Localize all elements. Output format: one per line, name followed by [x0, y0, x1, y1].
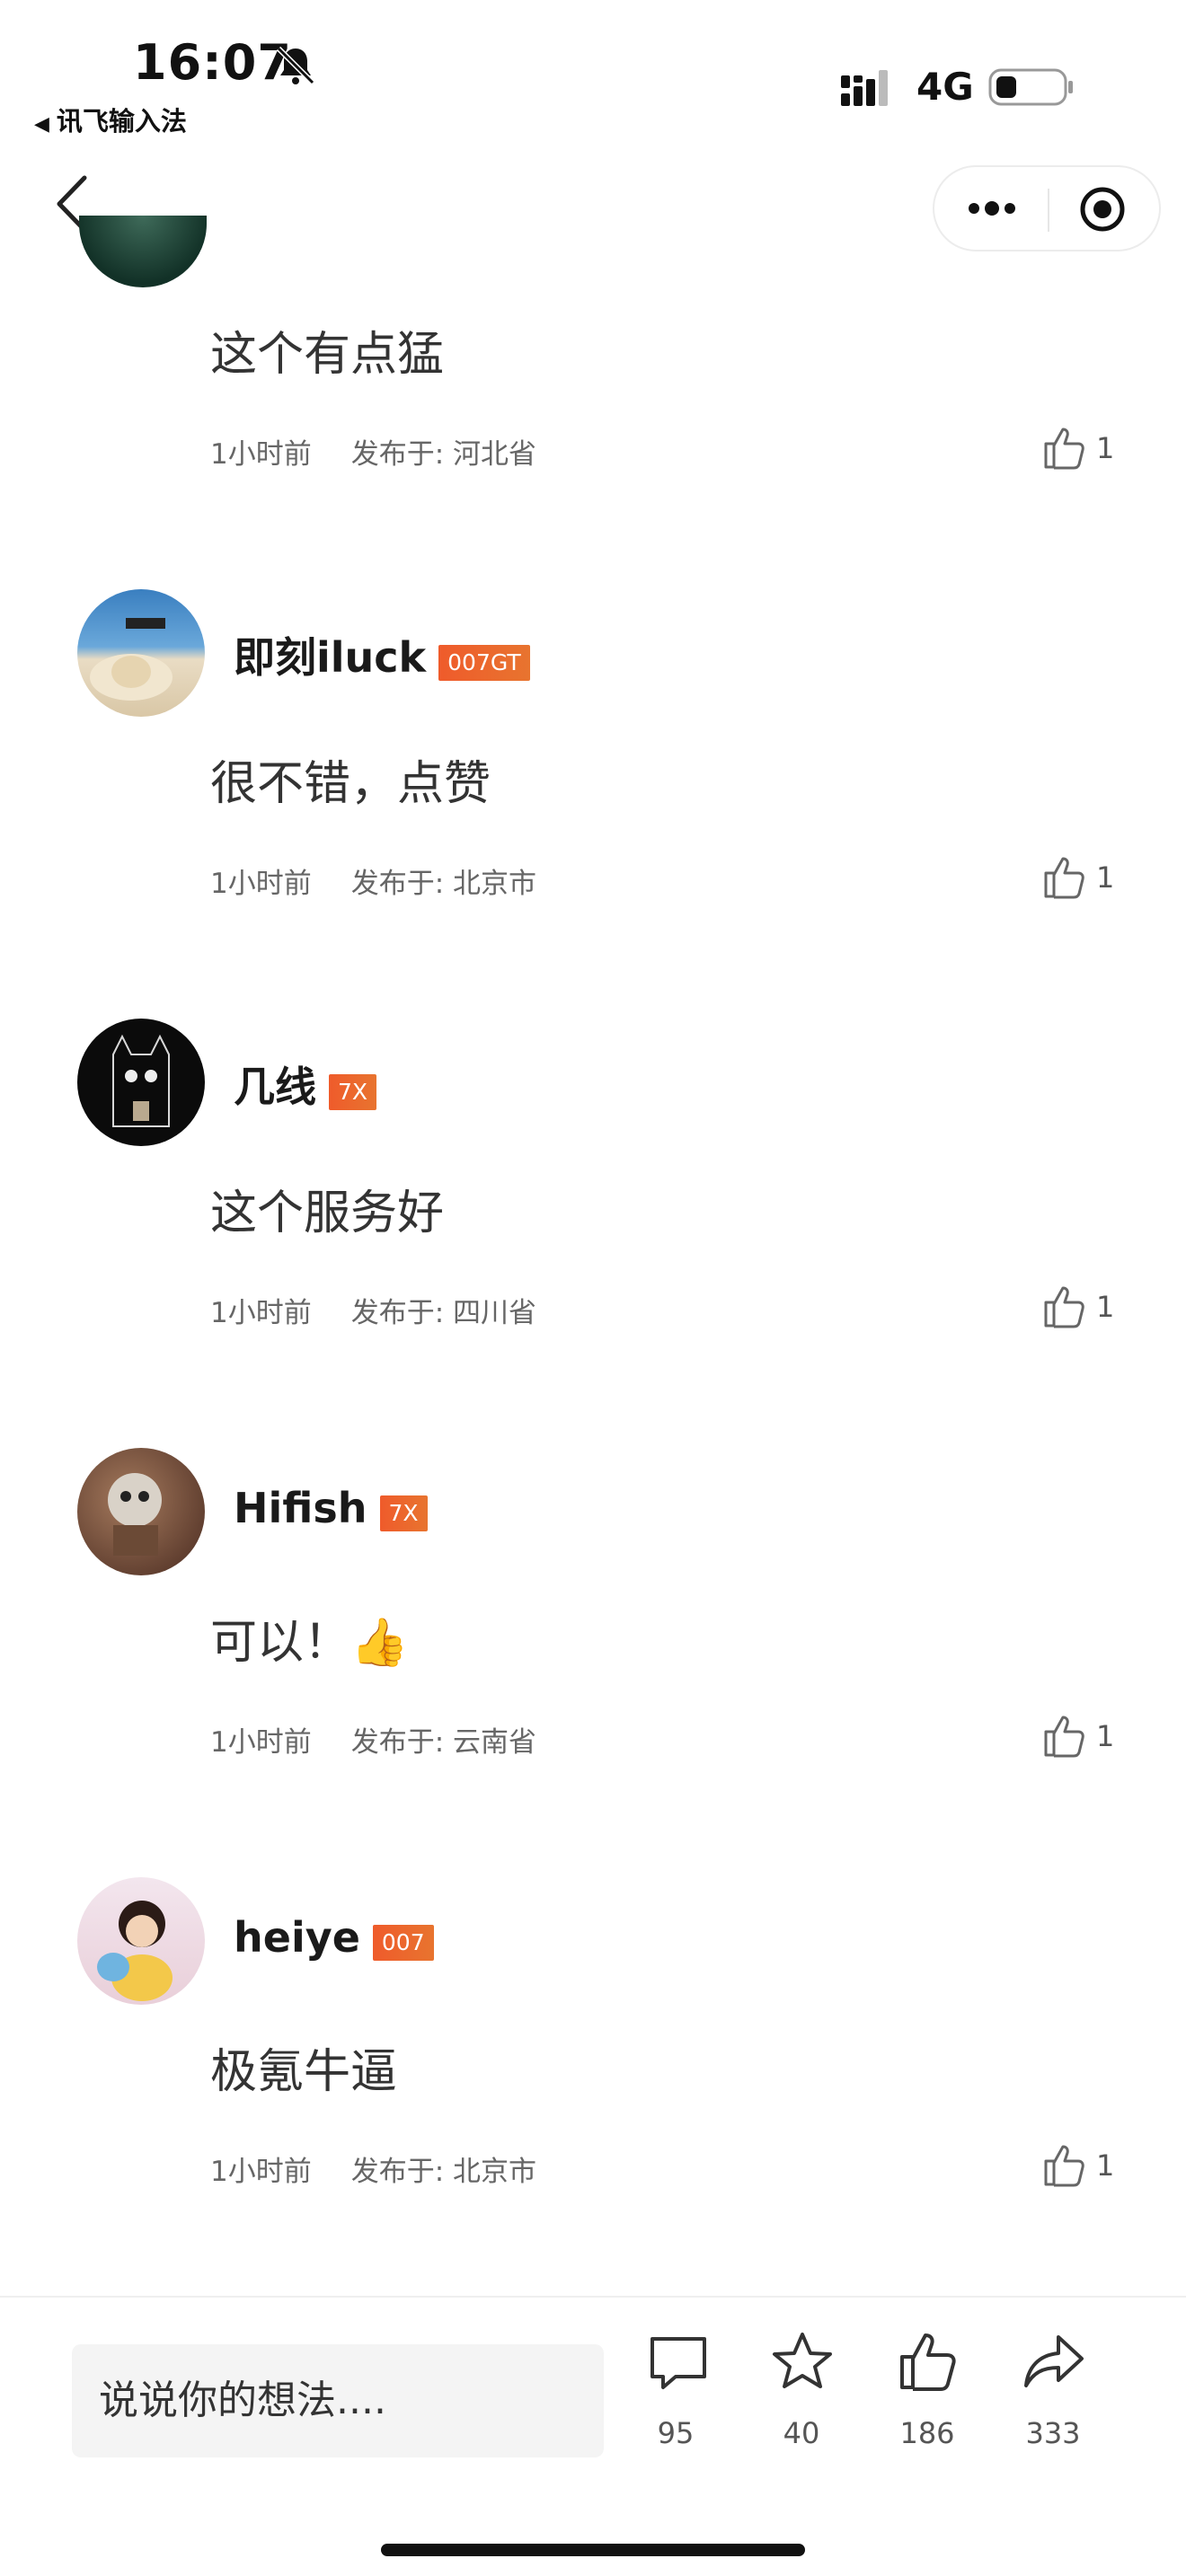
level-badge: 007GT [438, 644, 530, 681]
likes-count: 186 [899, 2416, 955, 2450]
battery-icon [988, 68, 1073, 106]
back-to-app-link[interactable]: ◀ 讯飞输入法 [34, 101, 187, 138]
comment-user: heiye 007 [234, 1913, 434, 1966]
like-count: 1 [1096, 2148, 1115, 2183]
thumbs-up-icon[interactable] [1042, 424, 1085, 471]
comment-icon[interactable] [647, 2332, 710, 2395]
comment-text: 极氪牛逼 [210, 2045, 398, 2099]
thumbs-up-icon[interactable] [1042, 2141, 1085, 2188]
comment-input[interactable]: 说说你的想法.... [72, 2344, 604, 2457]
comment-meta: 1小时前 发布于: 河北省 [210, 431, 536, 472]
comment-location: 发布于: 北京市 [350, 2156, 537, 2188]
comments-count: 95 [657, 2416, 695, 2450]
comment-text: 这个服务好 [210, 1187, 445, 1240]
username[interactable]: Hifish [234, 1484, 367, 1532]
shares-count: 333 [1025, 2416, 1081, 2450]
thumbs-up-icon[interactable] [897, 2330, 960, 2393]
avatar[interactable] [77, 589, 205, 717]
comment-time: 1小时前 [210, 868, 312, 900]
comment-meta: 1小时前 发布于: 北京市 [210, 2148, 536, 2189]
more-icon[interactable] [965, 192, 1019, 225]
comment-text: 可以！👍 [210, 1616, 409, 1670]
back-app-label: 讯飞输入法 [56, 106, 187, 137]
thumbs-up-icon[interactable] [1042, 1712, 1085, 1759]
comment-location: 发布于: 河北省 [350, 438, 537, 471]
comment-location: 发布于: 北京市 [350, 868, 537, 900]
comment-user: 几线 7X [234, 1054, 377, 1116]
avatar[interactable] [77, 1877, 205, 2005]
username[interactable]: 几线 [234, 1063, 316, 1111]
cellular-signal-icon [841, 70, 888, 106]
bell-muted-icon [276, 46, 315, 85]
bottom-bar-divider [0, 2296, 1186, 2298]
comment-time: 1小时前 [210, 1297, 312, 1329]
like-count: 1 [1096, 431, 1115, 465]
network-type: 4G [916, 65, 974, 109]
level-badge: 007 [372, 1924, 434, 1961]
comment-text: 很不错，点赞 [210, 757, 491, 811]
username[interactable]: 即刻iluck [234, 633, 426, 682]
comment-time: 1小时前 [210, 438, 312, 471]
like-count: 1 [1096, 1290, 1115, 1324]
avatar[interactable] [77, 1448, 205, 1575]
comment-user: 即刻iluck 007GT [234, 625, 530, 686]
star-icon[interactable] [771, 2330, 834, 2393]
comment-meta: 1小时前 发布于: 四川省 [210, 1290, 536, 1330]
comment-time: 1小时前 [210, 2156, 312, 2188]
comment-location: 发布于: 四川省 [350, 1297, 537, 1329]
close-miniprogram-icon[interactable] [1078, 185, 1127, 234]
thumbs-up-icon[interactable] [1042, 853, 1085, 900]
back-triangle-icon: ◀ [34, 113, 49, 136]
comment-text: 这个有点猛 [210, 328, 445, 382]
status-time: 16:07 [133, 34, 292, 91]
comment-meta: 1小时前 发布于: 北京市 [210, 860, 536, 901]
level-badge: 7X [379, 1495, 428, 1531]
share-icon[interactable] [1022, 2330, 1085, 2393]
comment-user: Hifish 7X [234, 1484, 428, 1537]
level-badge: 7X [329, 1073, 377, 1110]
avatar[interactable] [79, 216, 207, 287]
thumbs-up-icon[interactable] [1042, 1283, 1085, 1329]
avatar[interactable] [77, 1019, 205, 1146]
comment-time: 1小时前 [210, 1726, 312, 1759]
like-count: 1 [1096, 860, 1115, 895]
username[interactable]: heiye [234, 1913, 360, 1962]
comment-location: 发布于: 云南省 [350, 1726, 537, 1759]
comment-meta: 1小时前 发布于: 云南省 [210, 1719, 536, 1760]
home-indicator [381, 2544, 805, 2556]
like-count: 1 [1096, 1719, 1115, 1753]
favorites-count: 40 [783, 2416, 820, 2450]
